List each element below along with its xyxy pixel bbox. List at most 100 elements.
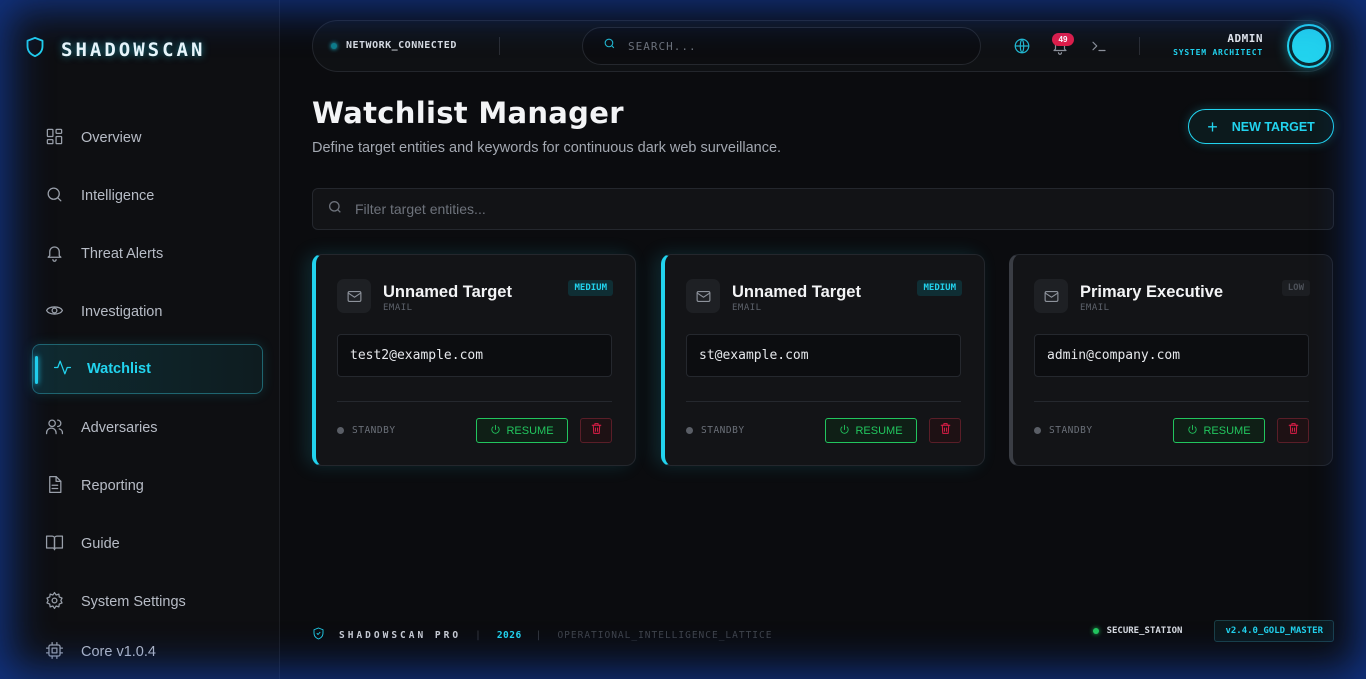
divider [1034,401,1309,402]
file-icon [45,475,64,498]
user-role: SYSTEM ARCHITECT [1173,48,1263,57]
status-text: STANDBY [1049,425,1093,436]
footer-separator: | [535,629,544,641]
power-icon [490,424,501,438]
new-target-label: NEW TARGET [1231,119,1315,134]
sidebar-item-label: Threat Alerts [81,246,164,262]
target-name: Unnamed Target [732,283,861,301]
delete-button[interactable] [929,418,961,443]
divider [686,401,961,402]
status-dot [1034,427,1041,434]
footer-year: 2026 [496,629,522,641]
power-icon [1187,424,1198,438]
search-icon [603,37,616,55]
sidebar-item-label: Reporting [81,478,144,494]
sidebar-item-reporting[interactable]: Reporting [32,461,263,511]
sidebar-item-label: Core v1.0.4 [81,644,156,660]
cpu-icon [45,641,64,664]
global-search[interactable] [582,27,981,65]
trash-icon [590,422,603,440]
sidebar-item-label: Intelligence [81,188,155,204]
target-type: EMAIL [383,303,413,313]
target-card[interactable]: Unnamed Target EMAIL MEDIUM st@example.c… [661,254,985,466]
mail-icon [337,279,371,313]
target-type: EMAIL [732,303,762,313]
sidebar-item-investigation[interactable]: Investigation [32,287,263,337]
target-value: test2@example.com [337,334,612,377]
filter-input[interactable] [355,201,1255,217]
page-title: Watchlist Manager [312,96,624,130]
priority-badge: MEDIUM [917,280,962,296]
status-dot [331,42,337,49]
target-card[interactable]: Primary Executive EMAIL LOW admin@compan… [1009,254,1333,466]
delete-button[interactable] [580,418,612,443]
filter-bar[interactable] [312,188,1334,230]
status-text: STANDBY [701,425,745,436]
target-name: Unnamed Target [383,283,512,301]
sidebar-item-label: Guide [81,536,120,552]
globe-icon[interactable] [1013,37,1031,55]
status-dot [337,427,344,434]
shield-icon [25,36,45,63]
gear-icon [45,591,64,614]
user-info: ADMIN SYSTEM ARCHITECT [1173,32,1263,57]
new-target-button[interactable]: + NEW TARGET [1188,109,1334,144]
status-indicator: STANDBY [1034,425,1093,436]
footer-brand: SHADOWSCAN PRO [339,629,462,641]
status-indicator: STANDBY [337,425,396,436]
resume-button[interactable]: RESUME [825,418,917,443]
resume-label: RESUME [506,424,554,437]
users-icon [45,417,64,440]
footer-right: SECURE_STATION v2.4.0_GOLD_MASTER [1092,620,1334,642]
trash-icon [939,422,952,440]
resume-label: RESUME [855,424,903,437]
mail-icon [1034,279,1068,313]
grid-icon [45,127,64,150]
sidebar: SHADOWSCAN Overview Intelligence Threat … [0,0,280,679]
sidebar-item-system-settings[interactable]: System Settings [32,577,263,627]
sidebar-item-threat-alerts[interactable]: Threat Alerts [32,229,263,279]
bell-icon [45,243,64,266]
brand-logo[interactable]: SHADOWSCAN [25,36,205,63]
status-text: STANDBY [352,425,396,436]
power-icon [839,424,850,438]
sidebar-item-adversaries[interactable]: Adversaries [32,403,263,453]
secure-status-text: SECURE_STATION [1106,626,1183,636]
network-status-text: NETWORK_CONNECTED [346,40,457,51]
book-icon [45,533,64,556]
activity-icon [53,358,72,381]
secure-status: SECURE_STATION [1092,626,1183,636]
top-bar: NETWORK_CONNECTED 49 ADMIN SYSTEM ARCHIT… [312,20,1334,72]
avatar[interactable] [1289,26,1329,66]
mail-icon [686,279,720,313]
resume-button[interactable]: RESUME [1173,418,1265,443]
divider [1139,37,1140,55]
resume-button[interactable]: RESUME [476,418,568,443]
trash-icon [1287,422,1300,440]
user-name: ADMIN [1227,32,1263,45]
sidebar-item-intelligence[interactable]: Intelligence [32,171,263,221]
notification-badge: 49 [1052,33,1074,46]
target-type: EMAIL [1080,303,1110,313]
divider [337,401,612,402]
sidebar-item-core-version[interactable]: Core v1.0.4 [32,627,263,677]
search-icon [45,185,64,208]
version-badge: v2.4.0_GOLD_MASTER [1214,620,1334,642]
sidebar-item-label: Overview [81,130,142,146]
status-dot [1092,628,1099,634]
terminal-icon[interactable] [1090,37,1108,55]
target-value: admin@company.com [1034,334,1309,377]
search-icon [327,199,343,220]
target-card[interactable]: Unnamed Target EMAIL MEDIUM test2@exampl… [312,254,636,466]
sidebar-item-watchlist[interactable]: Watchlist [32,344,263,394]
status-dot [686,427,693,434]
resume-label: RESUME [1203,424,1251,437]
delete-button[interactable] [1277,418,1309,443]
status-indicator: STANDBY [686,425,745,436]
footer-separator: | [475,629,483,641]
footer-left: SHADOWSCAN PRO | 2026 | OPERATIONAL_INTE… [312,627,772,643]
sidebar-item-overview[interactable]: Overview [32,113,263,163]
page-subtitle: Define target entities and keywords for … [312,140,782,156]
search-input[interactable] [628,39,928,53]
sidebar-item-guide[interactable]: Guide [32,519,263,569]
